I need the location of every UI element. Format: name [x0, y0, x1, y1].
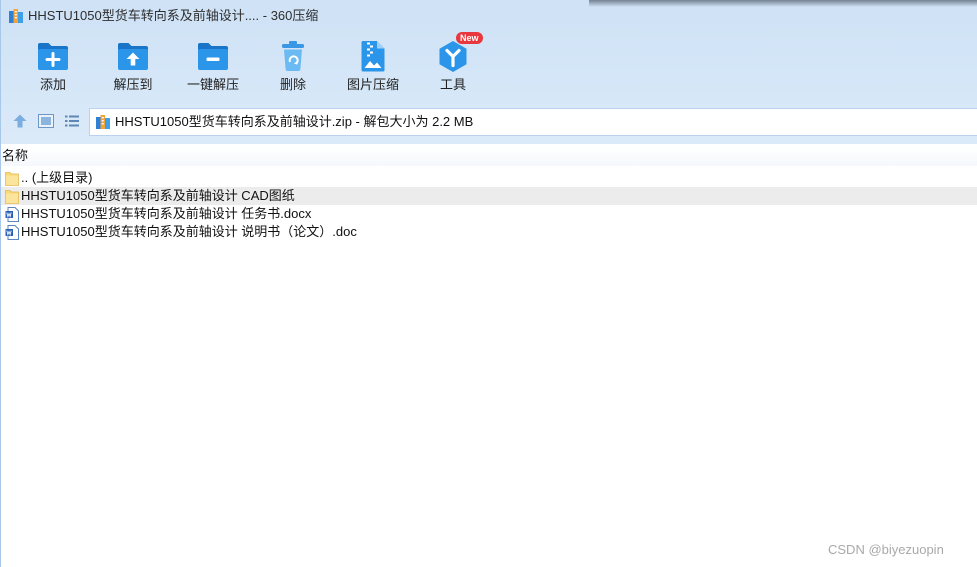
file-row-cad-drawings[interactable]: HHSTU1050型货车转向系及前轴设计 CAD图纸 [1, 187, 977, 205]
add-folder-icon [13, 40, 93, 72]
toolbar-button-label: 解压到 [113, 77, 153, 92]
delete-button[interactable]: 删除 [253, 36, 333, 100]
app-window: HHSTU1050型货车转向系及前轴设计.... - 360压缩 添加 解压到 … [0, 0, 977, 567]
file-row-task-book[interactable]: HHSTU1050型货车转向系及前轴设计 任务书.docx [1, 205, 977, 223]
up-arrow-icon [13, 114, 27, 128]
word-document-icon [4, 206, 19, 222]
new-badge: New [456, 32, 483, 44]
thumbnail-view-icon [38, 114, 54, 128]
one-click-extract-button[interactable]: 一键解压 [173, 36, 253, 100]
toolbar-button-label: 工具 [439, 77, 466, 92]
toolbar-button-label: 添加 [39, 77, 66, 92]
image-compress-button[interactable]: 图片压缩 [333, 36, 413, 100]
toolbar-button-label: 一键解压 [186, 77, 239, 92]
word-document-icon [4, 224, 19, 240]
column-header-label: 名称 [2, 148, 29, 163]
extract-to-button[interactable]: 解压到 [93, 36, 173, 100]
file-row-thesis[interactable]: HHSTU1050型货车转向系及前轴设计 说明书（论文）.doc [1, 223, 977, 241]
list-view-icon [65, 115, 79, 127]
file-list: 名称 .. (上级目录) HHSTU1050型货车转向系及前轴设计 CAD图纸 [1, 144, 977, 567]
column-header-name[interactable]: 名称 [1, 146, 977, 166]
window-shadow [589, 0, 977, 7]
watermark: CSDN @biyezuopin [828, 542, 944, 557]
address-bar[interactable]: HHSTU1050型货车转向系及前轴设计.zip - 解包大小为 2.2 MB [89, 108, 977, 136]
recycle-bin-icon [253, 40, 333, 72]
tools-button[interactable]: New 工具 [413, 32, 493, 100]
file-name: HHSTU1050型货车转向系及前轴设计 CAD图纸 [21, 188, 295, 203]
file-name: HHSTU1050型货车转向系及前轴设计 任务书.docx [21, 206, 312, 221]
up-button[interactable] [11, 113, 29, 129]
folder-icon [4, 188, 19, 204]
zip-archive-icon [95, 114, 111, 130]
toolbar: 添加 解压到 一键解压 删除 图片压缩 New 工具 [1, 32, 977, 102]
toolbar-button-label: 删除 [279, 77, 306, 92]
zip-archive-icon [8, 8, 24, 24]
image-compress-icon [333, 40, 413, 72]
navigation-bar: HHSTU1050型货车转向系及前轴设计.zip - 解包大小为 2.2 MB [1, 106, 977, 138]
window-chrome: HHSTU1050型货车转向系及前轴设计.... - 360压缩 添加 解压到 … [1, 0, 977, 144]
archive-path: HHSTU1050型货车转向系及前轴设计.zip - 解包大小为 2.2 MB [115, 114, 474, 129]
toolbar-button-label: 图片压缩 [346, 77, 399, 92]
list-view-button[interactable] [63, 113, 81, 129]
folder-icon [4, 170, 19, 186]
tools-icon [413, 40, 493, 72]
add-button[interactable]: 添加 [13, 36, 93, 100]
file-name: .. (上级目录) [21, 170, 93, 185]
one-click-extract-icon [173, 40, 253, 72]
thumbnail-view-button[interactable] [37, 113, 55, 129]
extract-to-icon [93, 40, 173, 72]
file-name: HHSTU1050型货车转向系及前轴设计 说明书（论文）.doc [21, 224, 357, 239]
file-row-parent-directory[interactable]: .. (上级目录) [1, 169, 977, 187]
window-title: HHSTU1050型货车转向系及前轴设计.... - 360压缩 [28, 8, 319, 23]
